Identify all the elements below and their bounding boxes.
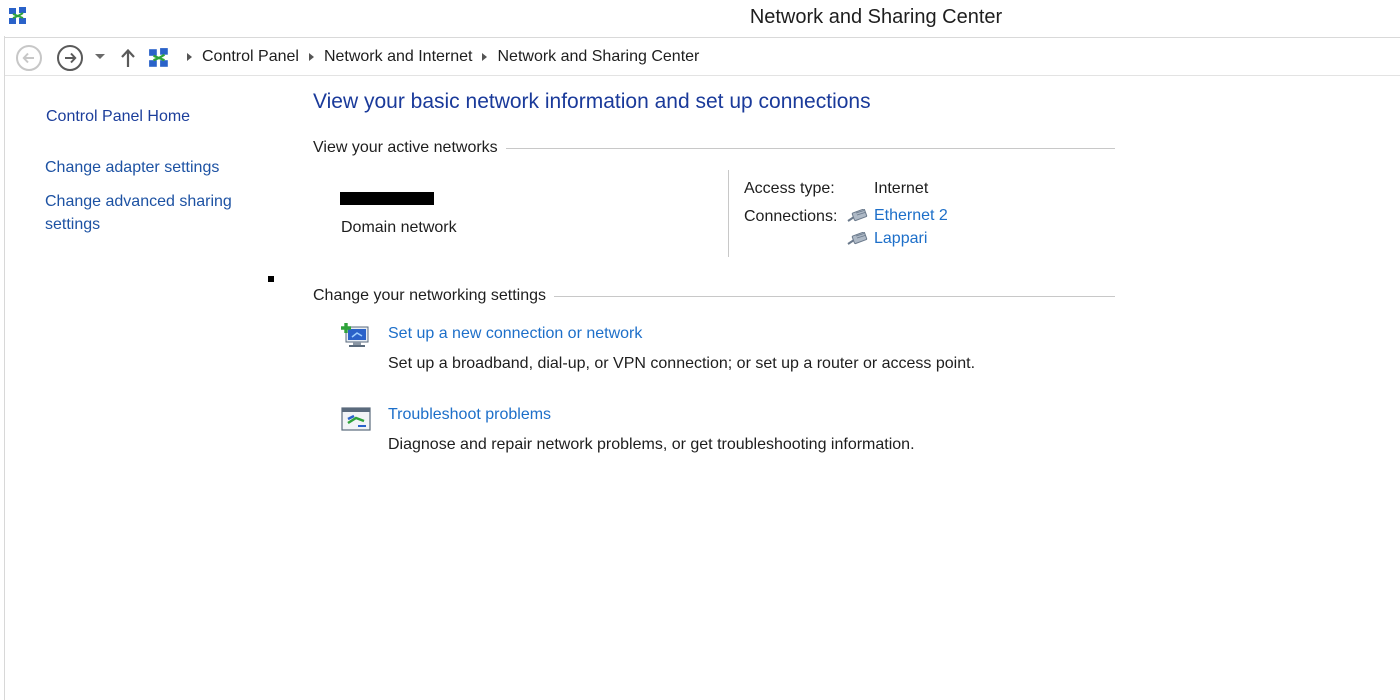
connection-link-lappari[interactable]: Lappari [846,230,927,248]
network-type: Domain network [341,219,457,236]
sidebar-item-control-panel-home[interactable]: Control Panel Home [46,105,190,128]
network-info-divider [728,170,729,257]
section-divider [505,147,1115,149]
up-arrow-icon [121,48,135,67]
breadcrumb-network-and-internet[interactable]: Network and Internet [324,48,473,66]
breadcrumb-control-panel[interactable]: Control Panel [202,48,299,66]
set-up-new-connection-description: Set up a broadband, dial-up, or VPN conn… [388,355,976,372]
page-title: View your basic network information and … [313,90,871,113]
section-title: Change your networking settings [313,287,547,304]
breadcrumb-network-and-sharing-center[interactable]: Network and Sharing Center [497,48,699,66]
sidebar-item-change-advanced-sharing-settings[interactable]: Change advanced sharing settings [45,190,265,236]
back-button[interactable] [16,45,42,71]
network-name-redacted [340,192,434,205]
back-arrow-icon [22,52,34,64]
ethernet-cable-icon [847,232,868,245]
connections-label: Connections: [744,208,838,225]
control-panel-icon [148,47,170,69]
troubleshoot-problems-description: Diagnose and repair network problems, or… [388,436,915,453]
access-type-value: Internet [874,180,929,197]
ethernet-cable-icon [847,209,868,222]
section-divider [554,295,1115,297]
troubleshoot-problems-link[interactable]: Troubleshoot problems [388,406,551,424]
set-up-new-connection-link[interactable]: Set up a new connection or network [388,325,642,343]
breadcrumb-separator-icon[interactable] [308,52,314,61]
breadcrumb-separator-icon[interactable] [187,52,192,61]
troubleshoot-icon [340,405,372,435]
stray-pixel-marker [268,276,274,282]
up-button[interactable] [118,47,138,69]
breadcrumb: Control Panel Network and Internet Netwo… [177,38,699,75]
section-title: View your active networks [313,139,498,156]
window-title: Network and Sharing Center [749,6,1003,28]
title-bar: Network and Sharing Center [0,0,1400,36]
recent-locations-dropdown[interactable] [95,54,105,59]
forward-arrow-icon [65,52,77,64]
sidebar: Control Panel Home Change adapter settin… [0,75,270,700]
sidebar-item-change-adapter-settings[interactable]: Change adapter settings [45,156,219,179]
new-connection-icon [340,321,372,351]
connection-name[interactable]: Lappari [874,230,927,248]
active-networks-section-header: View your active networks [313,139,1115,157]
forward-button[interactable] [57,45,83,71]
connection-link-ethernet-2[interactable]: Ethernet 2 [846,207,948,225]
connection-name[interactable]: Ethernet 2 [874,207,948,225]
access-type-label: Access type: [744,180,835,197]
breadcrumb-separator-icon[interactable] [482,52,488,61]
networking-settings-section-header: Change your networking settings [313,287,1115,305]
address-bar: Control Panel Network and Internet Netwo… [5,37,1400,76]
